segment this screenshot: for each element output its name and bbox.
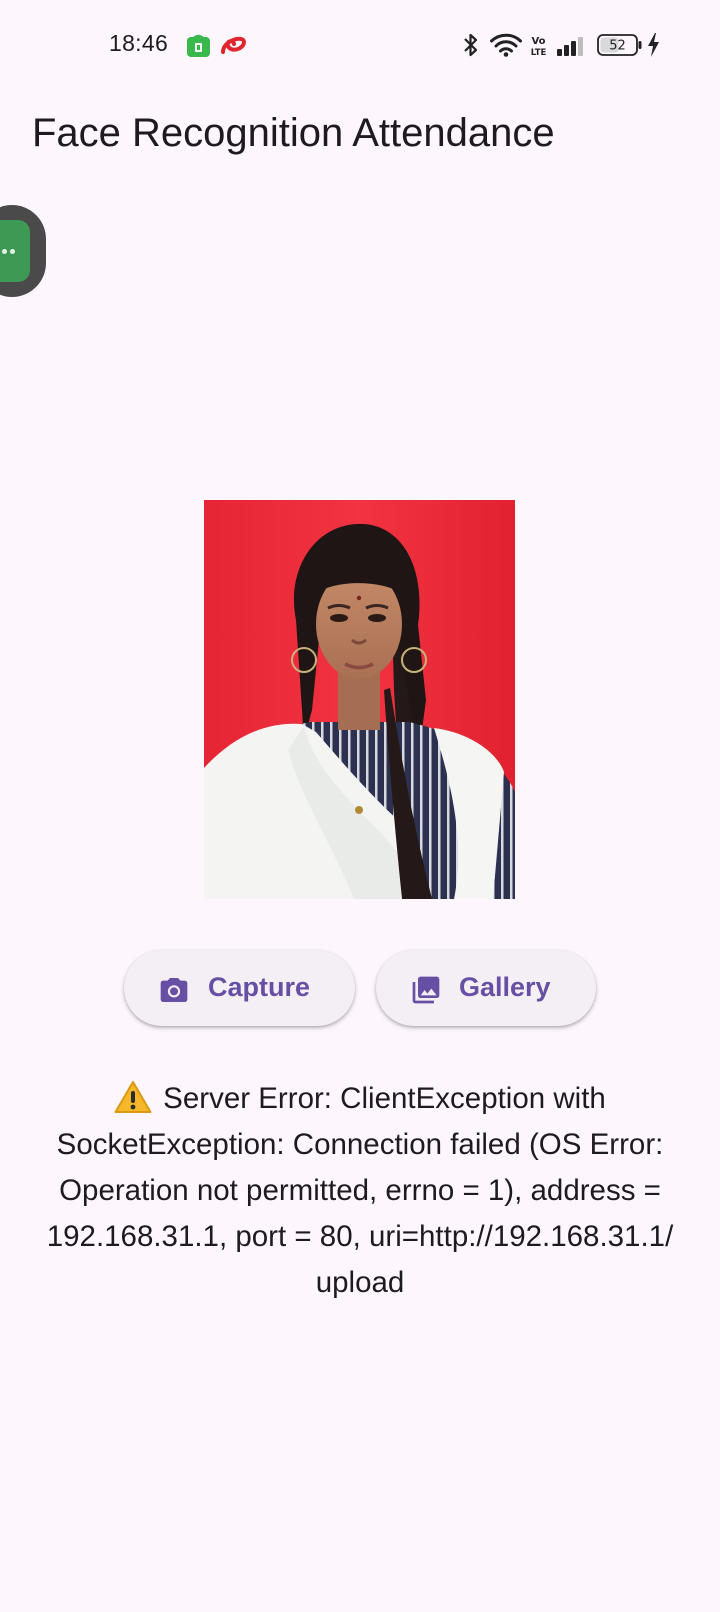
charging-icon [648,33,659,57]
status-bar: 18:46 Vo LTE 52 [0,0,720,92]
capture-button-label: Capture [208,972,311,1002]
battery-icon: 52 [597,34,642,56]
battery-level: 52 [609,39,626,54]
server-error-message: Server Error: ClientException with Socke… [0,1076,720,1306]
wifi-icon [490,33,522,57]
selected-face-image [204,500,515,899]
signal-icon [557,37,583,56]
photo-library-icon [412,976,440,1004]
svg-text:LTE: LTE [531,48,547,58]
app-title: Face Recognition Attendance [32,111,555,155]
camera-icon [160,978,188,1002]
gallery-button-label: Gallery [459,972,551,1002]
chat-bubble-icon [0,220,30,282]
gallery-button[interactable]: Gallery [376,950,596,1026]
error-text-line-2: SocketException: Connection failed (OS E… [56,1128,664,1161]
error-text-line-5: upload [315,1266,405,1299]
volte-icon: Vo LTE [531,36,547,58]
error-line: Server Error: ClientException with [0,1076,720,1122]
error-text-line-4: 192.168.31.1, port = 80, uri=http://192.… [46,1220,674,1253]
capture-button[interactable]: Capture [124,950,355,1026]
status-time: 18:46 [109,30,169,56]
app-store-icon [187,34,210,57]
error-text-line-3: Operation not permitted, errno = 1), add… [59,1174,661,1207]
warning-icon [114,1081,152,1113]
airtel-icon [221,36,247,54]
bluetooth-icon [464,33,478,57]
svg-text:Vo: Vo [531,36,545,47]
floating-chat-bubble[interactable] [0,205,46,297]
error-text-line-1: Server Error: ClientException with [163,1082,606,1115]
